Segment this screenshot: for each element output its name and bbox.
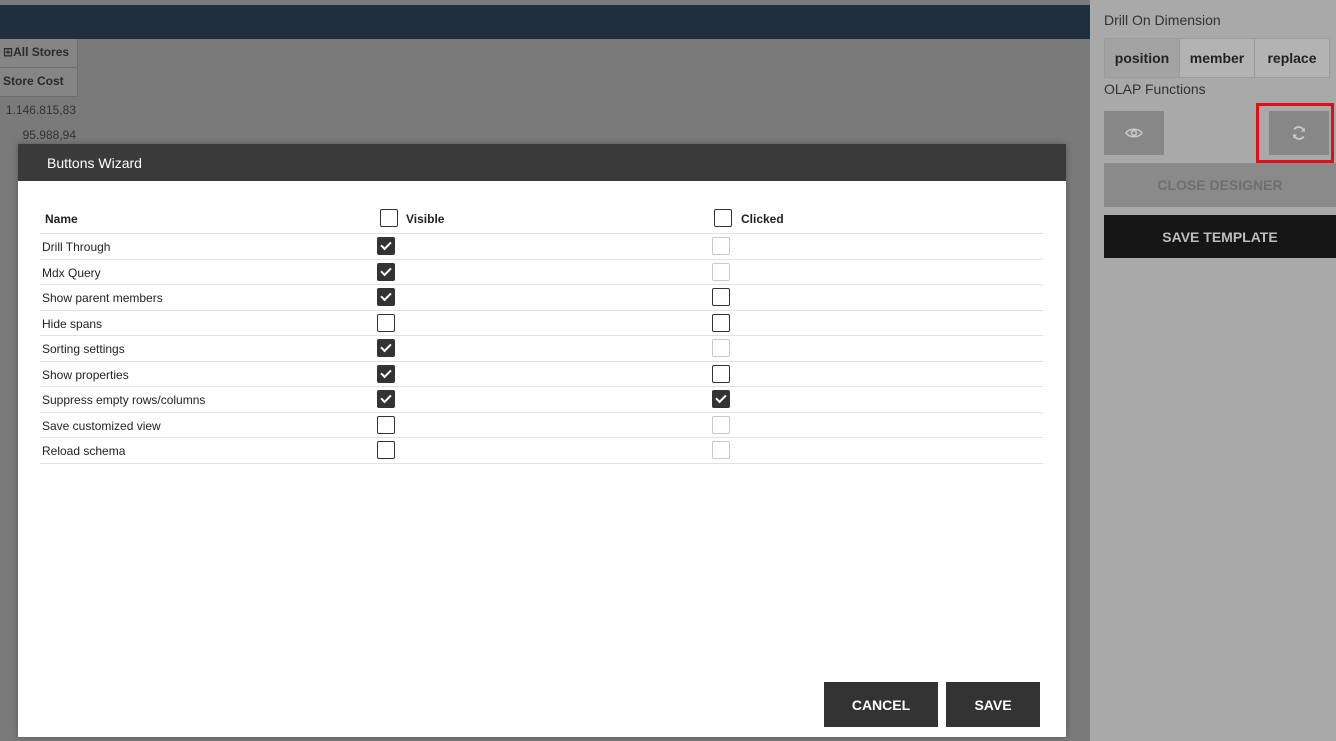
button-name: Sorting settings: [42, 342, 125, 356]
clicked-checkbox: [712, 262, 730, 281]
visible-checkbox[interactable]: [377, 441, 395, 459]
column-header-clicked: Clicked: [741, 212, 784, 226]
dialog-title: Buttons Wizard: [18, 144, 1066, 181]
visible-checkbox[interactable]: [377, 415, 395, 434]
column-header-name: Name: [45, 212, 78, 226]
table-row: Hide spans: [40, 311, 1043, 336]
drill-option-member[interactable]: member: [1180, 39, 1255, 77]
close-designer-button[interactable]: CLOSE DESIGNER: [1104, 163, 1336, 207]
table-row: Show properties: [40, 362, 1043, 387]
drill-option-position[interactable]: position: [1105, 39, 1180, 77]
cancel-button[interactable]: CANCEL: [824, 682, 938, 727]
visible-checkbox[interactable]: [377, 288, 395, 306]
drill-option-replace[interactable]: replace: [1255, 39, 1329, 77]
table-row: Show parent members: [40, 285, 1043, 311]
clicked-checkbox: [712, 415, 730, 434]
clicked-all-checkbox[interactable]: [714, 209, 732, 227]
button-name: Show properties: [42, 367, 129, 382]
button-name: Show parent members: [42, 291, 163, 305]
column-header-visible: Visible: [406, 212, 445, 226]
clicked-checkbox[interactable]: [712, 288, 730, 306]
clicked-checkbox: [712, 339, 730, 357]
drill-dimension-label: Drill On Dimension: [1104, 12, 1221, 28]
table-row: Save customized view: [40, 413, 1043, 438]
pivot-value: 1.146.815,83: [5, 103, 76, 117]
buttons-wizard-dialog: Buttons Wizard Name Visible Clicked Dril…: [18, 144, 1066, 737]
clicked-checkbox[interactable]: [712, 313, 730, 332]
buttons-grid: Name Visible Clicked Drill Through Mdx Qu…: [40, 204, 1043, 464]
clicked-checkbox: [712, 441, 730, 459]
save-button[interactable]: SAVE: [946, 682, 1040, 727]
visible-checkbox[interactable]: [377, 237, 395, 255]
table-row: Mdx Query: [40, 260, 1043, 285]
pivot-measure-header: Store Cost: [0, 68, 78, 97]
button-name: Drill Through: [42, 240, 111, 254]
expand-icon: ⊞: [3, 45, 14, 59]
visible-checkbox[interactable]: [377, 262, 395, 281]
table-row: Sorting settings: [40, 336, 1043, 362]
pivot-column-header: ⊞All Stores: [0, 39, 78, 68]
clicked-checkbox[interactable]: [712, 390, 730, 408]
pivot-toolbar: [0, 5, 1090, 39]
table-row: Reload schema: [40, 438, 1043, 464]
visible-checkbox[interactable]: [377, 390, 395, 408]
button-name: Suppress empty rows/columns: [42, 393, 206, 407]
button-name: Hide spans: [42, 316, 103, 331]
table-row: Drill Through: [40, 234, 1043, 260]
eye-icon: [1125, 128, 1143, 138]
save-template-button[interactable]: SAVE TEMPLATE: [1104, 215, 1336, 258]
clicked-checkbox[interactable]: [712, 364, 730, 383]
button-name: Save customized view: [42, 418, 161, 433]
clicked-checkbox: [712, 237, 730, 255]
highlight-box: [1256, 103, 1334, 163]
visible-checkbox[interactable]: [377, 313, 395, 332]
button-name: Mdx Query: [42, 265, 101, 280]
button-name: Reload schema: [42, 444, 126, 458]
table-row: Suppress empty rows/columns: [40, 387, 1043, 413]
drill-mode-selector: position member replace: [1104, 38, 1330, 78]
visible-all-checkbox[interactable]: [380, 209, 398, 227]
view-button[interactable]: [1104, 111, 1164, 155]
pivot-value: 95.988,94: [22, 128, 76, 142]
grid-header-row: Name Visible Clicked: [40, 204, 1043, 234]
visible-checkbox[interactable]: [377, 364, 395, 383]
visible-checkbox[interactable]: [377, 339, 395, 357]
olap-functions-label: OLAP Functions: [1104, 81, 1206, 97]
